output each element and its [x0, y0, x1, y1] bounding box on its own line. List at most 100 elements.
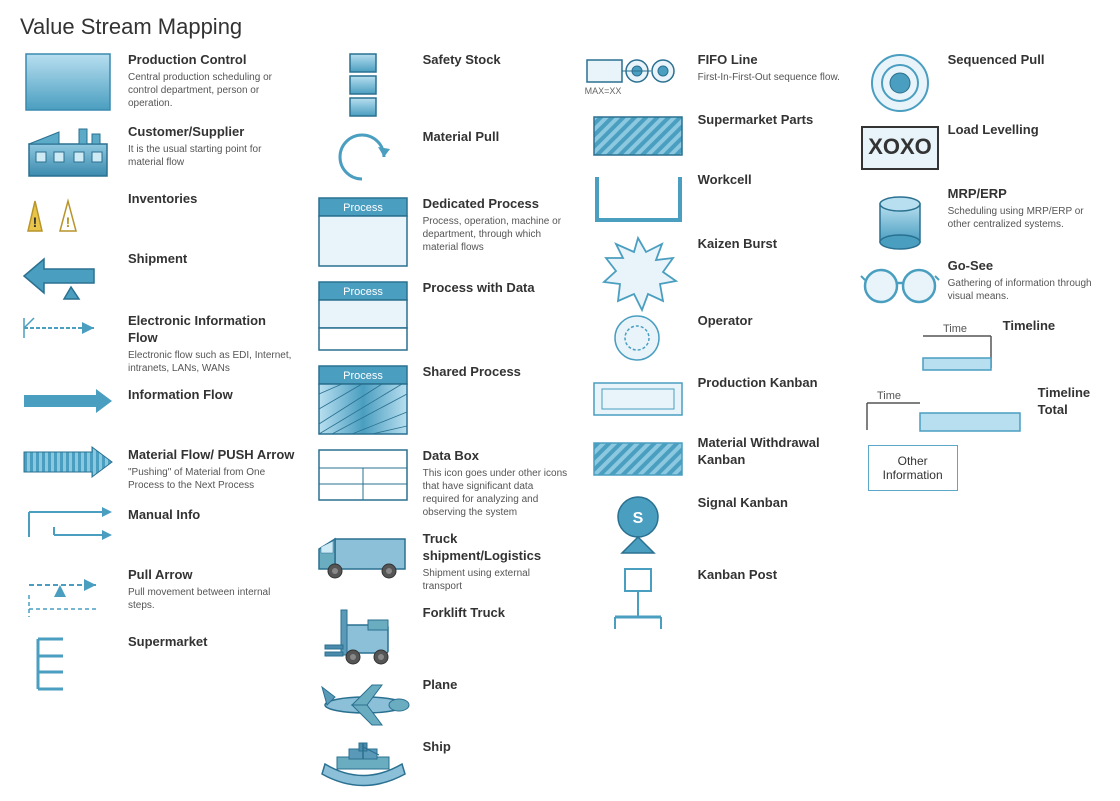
plane-title: Plane [423, 677, 572, 694]
item-safety-stock: Safety Stock [313, 52, 572, 117]
page-title: Value Stream Mapping [0, 0, 1120, 48]
item-data-box: Data Box This icon goes under other icon… [313, 448, 572, 519]
svg-text:MAX=XX: MAX=XX [585, 86, 622, 96]
customer-supplier-icon-area [18, 124, 118, 179]
supermarket-parts-title: Supermarket Parts [698, 112, 847, 129]
material-pull-title: Material Pull [423, 129, 572, 146]
kanban-post-icon-area [588, 567, 688, 629]
item-forklift-truck: Forklift Truck [313, 605, 572, 665]
item-other-information: Other Information [863, 445, 1102, 493]
production-control-text: Production Control Central production sc… [128, 52, 297, 110]
item-timeline: Time Timeline [863, 318, 1102, 373]
other-information-box: Other Information [868, 445, 958, 491]
shared-process-title: Shared Process [423, 364, 572, 381]
timeline-total-icon: Time [865, 385, 1025, 433]
go-see-icon [859, 258, 941, 306]
operator-title: Operator [698, 313, 847, 330]
forklift-truck-title: Forklift Truck [423, 605, 572, 622]
material-flow-push-icon-area [18, 447, 118, 477]
mrp-erp-icon-area [863, 186, 938, 246]
plane-icon-area [313, 677, 413, 727]
pull-arrow-icon [24, 567, 112, 622]
material-withdrawal-kanban-text: Material Withdrawal Kanban [698, 435, 847, 469]
material-withdrawal-kanban-title: Material Withdrawal Kanban [698, 435, 847, 469]
shipment-icon [24, 251, 112, 301]
kaizen-burst-icon [598, 236, 678, 301]
column-3: MAX=XX FIFO Line First-In-First-Out sequ… [580, 48, 855, 801]
dedicated-process-desc: Process, operation, machine or departmen… [423, 215, 572, 254]
material-pull-text: Material Pull [423, 129, 572, 146]
truck-shipment-icon-area [313, 531, 413, 583]
item-electronic-info-flow: Electronic Information Flow Electronic f… [18, 313, 297, 375]
item-production-kanban: Production Kanban [588, 375, 847, 423]
sequenced-pull-title: Sequenced Pull [948, 52, 1102, 69]
data-box-icon-area [313, 448, 413, 503]
other-information-icon-area: Other Information [863, 445, 963, 491]
item-kaizen-burst: Kaizen Burst [588, 236, 847, 301]
go-see-title: Go-See [948, 258, 1102, 275]
material-flow-push-text: Material Flow/ PUSH Arrow "Pushing" of M… [128, 447, 297, 492]
production-control-title: Production Control [128, 52, 297, 69]
forklift-truck-icon-area [313, 605, 413, 665]
kaizen-burst-icon-area [588, 236, 688, 301]
load-levelling-title: Load Levelling [948, 122, 1102, 139]
svg-text:!: ! [33, 214, 38, 230]
material-pull-icon [335, 129, 390, 184]
item-process-with-data: Process Process with Data [313, 280, 572, 352]
mrp-erp-desc: Scheduling using MRP/ERP or other centra… [948, 205, 1102, 231]
go-see-icon-area [863, 258, 938, 306]
svg-text:Time: Time [877, 390, 901, 402]
workcell-title: Workcell [698, 172, 847, 189]
other-information-label: Other Information [883, 454, 943, 482]
load-levelling-icon-area: XOXO [863, 122, 938, 174]
fifo-line-icon-area: MAX=XX [588, 52, 688, 97]
column-2: Safety Stock Material Pull [305, 48, 580, 801]
svg-text:Process: Process [343, 370, 383, 382]
signal-kanban-icon-area: S [588, 495, 688, 555]
inventories-text: Inventories [128, 191, 297, 208]
item-information-flow: Information Flow [18, 387, 297, 435]
manual-info-text: Manual Info [128, 507, 297, 524]
shipment-title: Shipment [128, 251, 297, 268]
operator-icon-area [588, 313, 688, 363]
material-flow-push-desc: "Pushing" of Material from One Process t… [128, 466, 297, 492]
column-4: Sequenced Pull XOXO Load Levelling [855, 48, 1110, 801]
pull-arrow-desc: Pull movement between internal steps. [128, 586, 297, 612]
production-kanban-icon [592, 375, 684, 423]
dedicated-process-icon: Process [317, 196, 409, 268]
manual-info-title: Manual Info [128, 507, 297, 524]
truck-shipment-text: Truck shipment/Logistics Shipment using … [423, 531, 572, 593]
item-sequenced-pull: Sequenced Pull [863, 52, 1102, 110]
svg-text:XOXO: XOXO [868, 134, 932, 159]
dedicated-process-icon-area: Process [313, 196, 413, 268]
inventories-icon: ! ! [24, 191, 112, 236]
operator-text: Operator [698, 313, 847, 330]
electronic-info-flow-desc: Electronic flow such as EDI, Internet, i… [128, 349, 297, 375]
mrp-erp-icon [865, 186, 935, 246]
sequenced-pull-text: Sequenced Pull [948, 52, 1102, 69]
item-ship: Ship [313, 739, 572, 797]
shared-process-icon-area: Process [313, 364, 413, 436]
column-1: Production Control Central production sc… [10, 48, 305, 801]
material-flow-push-icon [24, 447, 112, 477]
supermarket-parts-text: Supermarket Parts [698, 112, 847, 129]
safety-stock-title: Safety Stock [423, 52, 572, 69]
item-material-flow-push: Material Flow/ PUSH Arrow "Pushing" of M… [18, 447, 297, 495]
signal-kanban-title: Signal Kanban [698, 495, 847, 512]
svg-text:!: ! [66, 214, 71, 230]
plane-icon [317, 677, 409, 727]
item-supermarket: Supermarket [18, 634, 297, 694]
signal-kanban-text: Signal Kanban [698, 495, 847, 512]
timeline-text: Timeline [1003, 318, 1102, 335]
shipment-text: Shipment [128, 251, 297, 268]
item-truck-shipment: Truck shipment/Logistics Shipment using … [313, 531, 572, 593]
dedicated-process-title: Dedicated Process [423, 196, 572, 213]
supermarket-icon [33, 634, 103, 694]
customer-supplier-title: Customer/Supplier [128, 124, 297, 141]
data-box-title: Data Box [423, 448, 572, 465]
sequenced-pull-icon [869, 52, 931, 110]
production-kanban-icon-area [588, 375, 688, 423]
workcell-text: Workcell [698, 172, 847, 189]
fifo-line-title: FIFO Line [698, 52, 847, 69]
item-production-control: Production Control Central production sc… [18, 52, 297, 112]
